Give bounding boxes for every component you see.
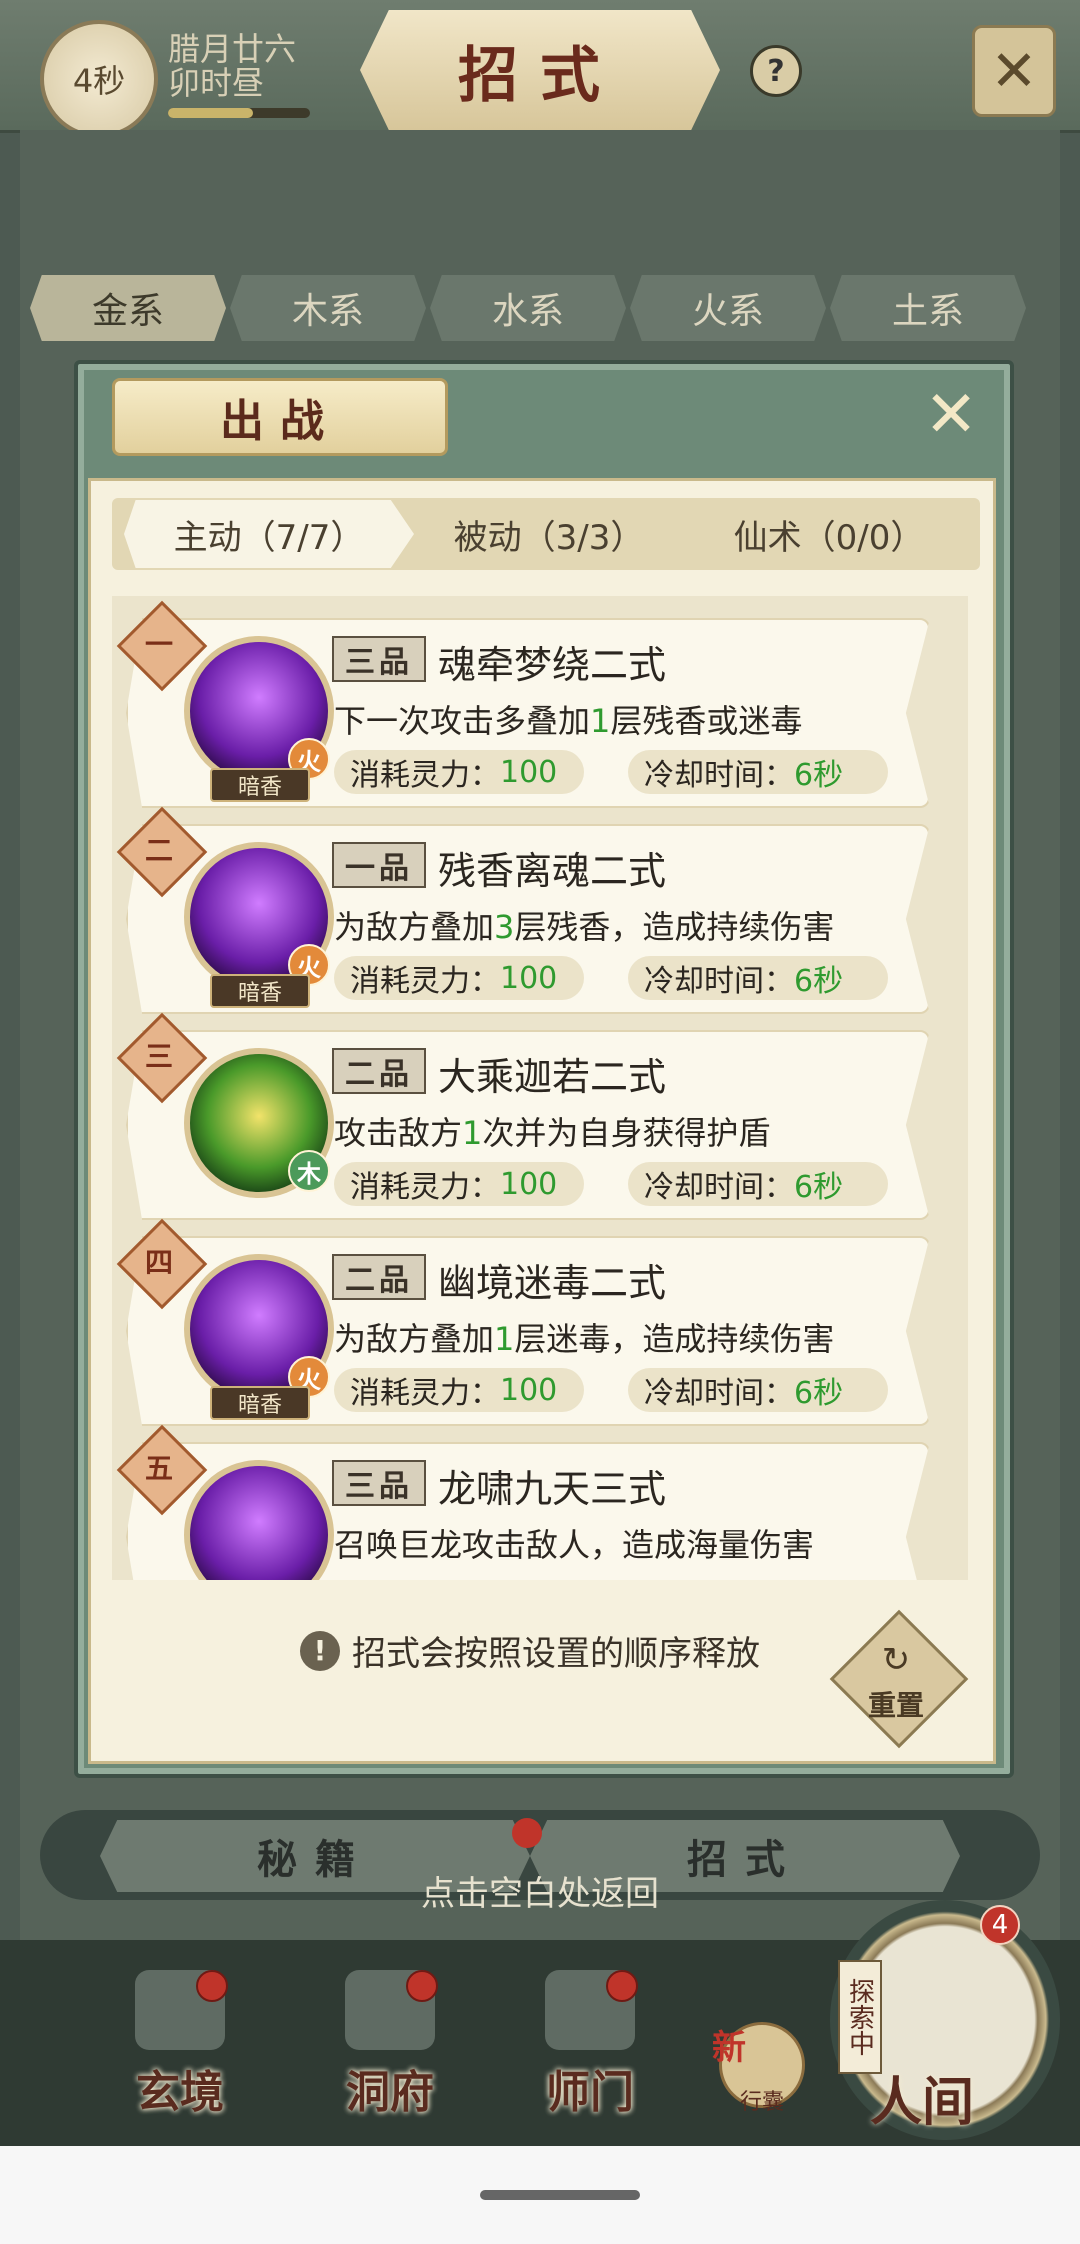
close-icon: ✕ xyxy=(990,38,1038,104)
nav-shimen[interactable]: 师门 xyxy=(520,1970,660,2120)
cooldown-time: 冷却时间： 6秒 xyxy=(628,956,888,1000)
time-of-day: 卯时昼 xyxy=(168,64,265,102)
renjian-label: 人间 xyxy=(870,2072,975,2133)
tab-metal[interactable]: 金系 xyxy=(30,275,226,341)
skill-description: 攻击敌方1次并为自身获得护盾 xyxy=(334,1114,771,1152)
cooldown-time: 冷却时间： 6秒 xyxy=(628,1368,888,1412)
skill-description: 召唤巨龙攻击敌人，造成海量伤害 xyxy=(334,1526,815,1564)
skill-name: 魂牵梦绕二式 xyxy=(438,643,667,687)
order-number: 三 xyxy=(144,1040,173,1073)
notification-dot xyxy=(406,1970,438,2002)
cooldown-time: 冷却时间： 6秒 xyxy=(628,1162,888,1206)
notification-dot xyxy=(512,1818,542,1848)
nav-label: 玄境 xyxy=(136,2067,224,2118)
close-page-button[interactable]: ✕ xyxy=(972,25,1056,117)
skill-name: 大乘迦若二式 xyxy=(438,1055,667,1099)
skill-description: 下一次攻击多叠加1层残香或迷毒 xyxy=(334,702,803,740)
spirit-cost: 消耗灵力： 100 xyxy=(334,956,584,1000)
school-tag: 暗香 xyxy=(210,1386,310,1420)
close-icon: ✕ xyxy=(924,378,978,452)
spirit-cost: 消耗灵力： 100 xyxy=(334,1162,584,1206)
dialog-title: 出战 xyxy=(112,378,448,456)
wood-element-badge: 木 xyxy=(288,1150,330,1192)
tab-wood[interactable]: 木系 xyxy=(230,275,426,341)
exclamation-icon: ! xyxy=(300,1630,340,1671)
skill-card[interactable]: 火 暗香 三品 魂牵梦绕二式 下一次攻击多叠加1层残香或迷毒 消耗灵力： 100 … xyxy=(126,618,930,808)
skill-grade: 一品 xyxy=(332,842,426,888)
skill-card[interactable]: 火 暗香 二品 幽境迷毒二式 为敌方叠加1层迷毒，造成持续伤害 消耗灵力： 100… xyxy=(126,1236,930,1426)
renjian-count-badge: 4 xyxy=(980,1905,1020,1945)
skill-name: 残香离魂二式 xyxy=(438,849,667,893)
nav-xuanjing[interactable]: 玄境 xyxy=(110,1970,250,2120)
school-tag: 暗香 xyxy=(210,768,310,802)
order-number: 五 xyxy=(144,1452,173,1485)
countdown-timer: 4秒 xyxy=(40,20,158,138)
spirit-cost: 消耗灵力： 100 xyxy=(334,750,584,794)
order-number: 二 xyxy=(144,834,173,867)
order-number: 一 xyxy=(144,628,173,661)
skill-description: 为敌方叠加1层迷毒，造成持续伤害 xyxy=(334,1320,835,1358)
home-indicator[interactable] xyxy=(480,2190,640,2200)
help-button[interactable]: ? xyxy=(750,45,802,97)
skill-list[interactable]: 火 暗香 三品 魂牵梦绕二式 下一次攻击多叠加1层残香或迷毒 消耗灵力： 100 … xyxy=(112,596,968,1580)
skill-card[interactable]: 木 二品 大乘迦若二式 攻击敌方1次并为自身获得护盾 消耗灵力： 100 冷却时间… xyxy=(126,1030,930,1220)
cooldown-time: 冷却时间： 6秒 xyxy=(628,750,888,794)
skill-name: 幽境迷毒二式 xyxy=(438,1261,667,1305)
exploring-tag: 探索中 xyxy=(838,1960,882,2074)
order-number: 四 xyxy=(144,1246,173,1279)
nav-label: 师门 xyxy=(546,2067,634,2118)
skill-grade: 二品 xyxy=(332,1254,426,1300)
page-title: 招式 xyxy=(360,10,720,130)
reset-icon: ↻ xyxy=(881,1640,911,1680)
inventory-pouch-button[interactable]: 新 行囊 xyxy=(712,2010,812,2120)
nav-dongfu[interactable]: 洞府 xyxy=(320,1970,460,2120)
notification-dot xyxy=(196,1970,228,2002)
tab-fire[interactable]: 火系 xyxy=(630,275,826,341)
element-tabs: 金系 木系 水系 火系 土系 xyxy=(30,275,1050,345)
hint-text: 招式会按照设置的顺序释放 xyxy=(352,1634,760,1674)
skill-card[interactable]: 火 暗香 一品 残香离魂二式 为敌方叠加3层残香，造成持续伤害 消耗灵力： 100… xyxy=(126,824,930,1014)
skill-name: 龙啸九天三式 xyxy=(438,1467,667,1511)
tab-passive-skills[interactable]: 被动（3/3） xyxy=(404,500,694,568)
purple-dragon-icon xyxy=(184,1460,334,1580)
pouch-label: 行囊 xyxy=(739,2090,784,2115)
tab-water[interactable]: 水系 xyxy=(430,275,626,341)
spirit-cost: 消耗灵力： 100 xyxy=(334,1368,584,1412)
close-dialog-button[interactable]: ✕ xyxy=(918,378,984,452)
skill-card[interactable]: 三品 龙啸九天三式 召唤巨龙攻击敌人，造成海量伤害 xyxy=(126,1442,930,1580)
skill-grade: 二品 xyxy=(332,1048,426,1094)
skill-description: 为敌方叠加3层残香，造成持续伤害 xyxy=(334,908,835,946)
tab-immortal-arts[interactable]: 仙术（0/0） xyxy=(684,500,974,568)
nav-label: 洞府 xyxy=(346,2067,434,2118)
reset-label: 重置 xyxy=(867,1689,924,1722)
release-order-hint: ! 招式会按照设置的顺序释放 xyxy=(300,1626,760,1675)
skill-grade: 三品 xyxy=(332,1460,426,1506)
tab-earth[interactable]: 土系 xyxy=(830,275,1026,341)
school-tag: 暗香 xyxy=(210,974,310,1008)
notification-dot xyxy=(606,1970,638,2002)
new-label: 新 xyxy=(712,2028,746,2068)
skill-grade: 三品 xyxy=(332,636,426,682)
tab-active-skills[interactable]: 主动（7/7） xyxy=(124,500,414,568)
time-progress-fill xyxy=(168,108,254,118)
